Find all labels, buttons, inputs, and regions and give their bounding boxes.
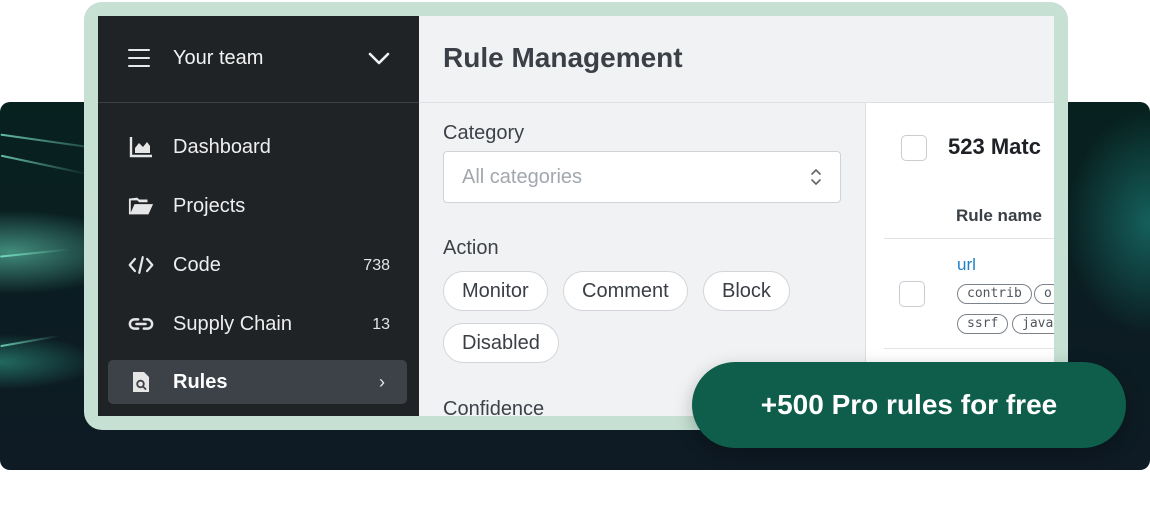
- select-arrows-icon: [811, 169, 821, 185]
- sidebar-item-rules[interactable]: Rules ›: [108, 360, 407, 404]
- page-title: Rule Management: [443, 42, 683, 73]
- confidence-label: Confidence: [443, 398, 545, 416]
- sidebar: Your team Dashboard Projects Code 738 Su…: [98, 16, 419, 416]
- column-header-rule-name[interactable]: Rule name: [956, 206, 1042, 226]
- tag: ssrf: [957, 314, 1009, 334]
- row-checkbox[interactable]: [899, 281, 925, 307]
- chart-icon: [128, 135, 154, 159]
- promo-button[interactable]: +500 Pro rules for free: [692, 362, 1126, 448]
- promo-label: +500 Pro rules for free: [760, 389, 1058, 420]
- count-badge: 13: [372, 316, 390, 333]
- tag: o: [1034, 284, 1054, 304]
- match-count: 523 Matc: [948, 134, 1041, 159]
- rule-file-icon: [128, 370, 154, 394]
- sidebar-item-label: Code: [173, 254, 221, 276]
- page-header: Rule Management: [419, 16, 1054, 103]
- action-chip-comment[interactable]: Comment: [563, 271, 688, 311]
- sidebar-item-dashboard[interactable]: Dashboard: [98, 125, 419, 169]
- chevron-right-icon: ›: [379, 372, 385, 392]
- action-chip-disabled[interactable]: Disabled: [443, 323, 559, 363]
- select-all-checkbox[interactable]: [901, 135, 927, 161]
- code-icon: [128, 253, 154, 277]
- tag: contrib: [957, 284, 1032, 304]
- sidebar-item-code[interactable]: Code 738: [98, 243, 419, 287]
- sidebar-item-label: Supply Chain: [173, 313, 292, 335]
- sidebar-item-label: Dashboard: [173, 136, 271, 158]
- count-badge: 738: [363, 257, 390, 274]
- sidebar-item-projects[interactable]: Projects: [98, 184, 419, 228]
- chevron-down-icon[interactable]: [368, 52, 390, 66]
- sidebar-item-label: Projects: [173, 195, 246, 217]
- action-chip-block[interactable]: Block: [703, 271, 790, 311]
- link-icon: [128, 312, 154, 336]
- sidebar-item-supply-chain[interactable]: Supply Chain 13: [98, 302, 419, 346]
- folder-icon: [128, 194, 154, 218]
- team-switcher[interactable]: Your team: [98, 16, 419, 103]
- action-label: Action: [443, 237, 499, 259]
- app-window: Your team Dashboard Projects Code 738 Su…: [98, 16, 1054, 416]
- category-placeholder: All categories: [462, 166, 583, 188]
- divider: [884, 238, 1054, 239]
- menu-icon[interactable]: [128, 49, 150, 67]
- tag: java: [1012, 314, 1054, 334]
- category-label: Category: [443, 122, 525, 144]
- category-select[interactable]: All categories: [443, 151, 841, 203]
- sidebar-item-label: Rules: [173, 371, 228, 393]
- action-chip-monitor[interactable]: Monitor: [443, 271, 548, 311]
- team-label: Your team: [173, 47, 264, 69]
- rule-link[interactable]: url: [957, 255, 976, 275]
- divider: [884, 348, 1054, 349]
